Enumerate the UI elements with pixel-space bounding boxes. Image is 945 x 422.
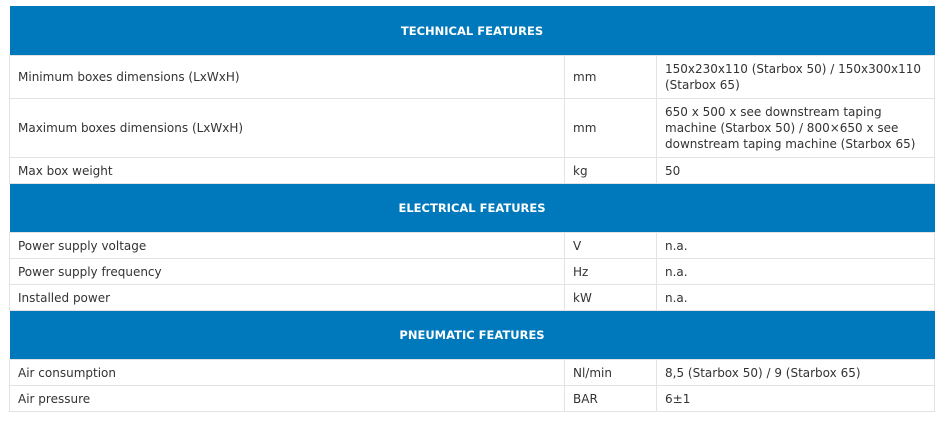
spec-value: n.a. <box>655 232 936 259</box>
table-row: Minimum boxes dimensions (LxWxH) mm 150x… <box>9 55 936 99</box>
spec-unit: mm <box>564 55 657 99</box>
table-row: Max box weight kg 50 <box>9 157 936 184</box>
spec-unit: kg <box>564 157 657 184</box>
table-row: Air pressure BAR 6±1 <box>9 385 936 412</box>
section-header-electrical: ELECTRICAL FEATURES <box>9 183 935 233</box>
spec-value: 650 x 500 x see downstream taping machin… <box>655 98 936 158</box>
spec-value: 150x230x110 (Starbox 50) / 150x300x110 (… <box>655 55 936 99</box>
spec-name: Max box weight <box>9 157 565 184</box>
table-row: Air consumption Nl/min 8,5 (Starbox 50) … <box>9 359 936 386</box>
table-row: Power supply frequency Hz n.a. <box>9 258 936 285</box>
section-title: PNEUMATIC FEATURES <box>9 310 935 360</box>
spec-value: 50 <box>655 157 936 184</box>
table-row: Installed power kW n.a. <box>9 284 936 311</box>
section-header-pneumatic: PNEUMATIC FEATURES <box>9 310 935 360</box>
specifications-table: TECHNICAL FEATURES Minimum boxes dimensi… <box>9 6 936 412</box>
spec-value: 6±1 <box>655 385 936 412</box>
spec-name: Air consumption <box>9 359 565 386</box>
spec-name: Air pressure <box>9 385 565 412</box>
spec-name: Minimum boxes dimensions (LxWxH) <box>9 55 565 99</box>
spec-unit: Nl/min <box>564 359 657 386</box>
section-header-technical: TECHNICAL FEATURES <box>9 6 935 56</box>
spec-unit: BAR <box>564 385 657 412</box>
spec-value: 8,5 (Starbox 50) / 9 (Starbox 65) <box>655 359 936 386</box>
spec-value: n.a. <box>655 258 936 285</box>
spec-unit: mm <box>564 98 657 158</box>
spec-unit: kW <box>564 284 657 311</box>
spec-value: n.a. <box>655 284 936 311</box>
spec-name: Power supply frequency <box>9 258 565 285</box>
section-title: TECHNICAL FEATURES <box>9 6 935 56</box>
table-row: Maximum boxes dimensions (LxWxH) mm 650 … <box>9 98 936 158</box>
spec-unit: Hz <box>564 258 657 285</box>
spec-name: Power supply voltage <box>9 232 565 259</box>
section-title: ELECTRICAL FEATURES <box>9 183 935 233</box>
spec-name: Maximum boxes dimensions (LxWxH) <box>9 98 565 158</box>
spec-name: Installed power <box>9 284 565 311</box>
table-row: Power supply voltage V n.a. <box>9 232 936 259</box>
spec-unit: V <box>564 232 657 259</box>
